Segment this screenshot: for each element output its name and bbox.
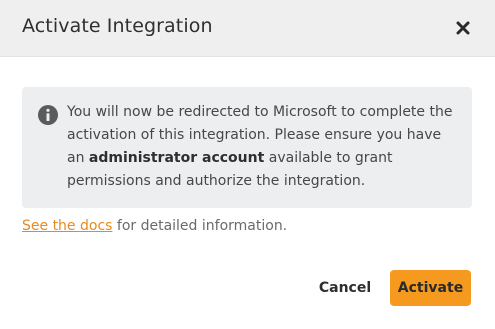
- admin-account-emphasis: administrator account: [88, 150, 265, 166]
- info-message: You will now be redirected to Microsoft …: [67, 104, 453, 189]
- close-icon: [456, 21, 470, 35]
- dialog-header: Activate Integration: [0, 0, 495, 57]
- activate-integration-dialog: Activate Integration You will now be red…: [0, 0, 495, 329]
- close-button[interactable]: [452, 17, 474, 39]
- docs-link[interactable]: See the docs: [22, 218, 112, 234]
- activate-button[interactable]: Activate: [390, 270, 471, 306]
- dialog-title: Activate Integration: [22, 15, 213, 37]
- docs-line: See the docs for detailed information.: [22, 218, 287, 234]
- cancel-button[interactable]: Cancel: [315, 270, 375, 306]
- docs-suffix: for detailed information.: [112, 218, 288, 234]
- info-callout: You will now be redirected to Microsoft …: [22, 87, 472, 208]
- info-icon: [38, 105, 58, 125]
